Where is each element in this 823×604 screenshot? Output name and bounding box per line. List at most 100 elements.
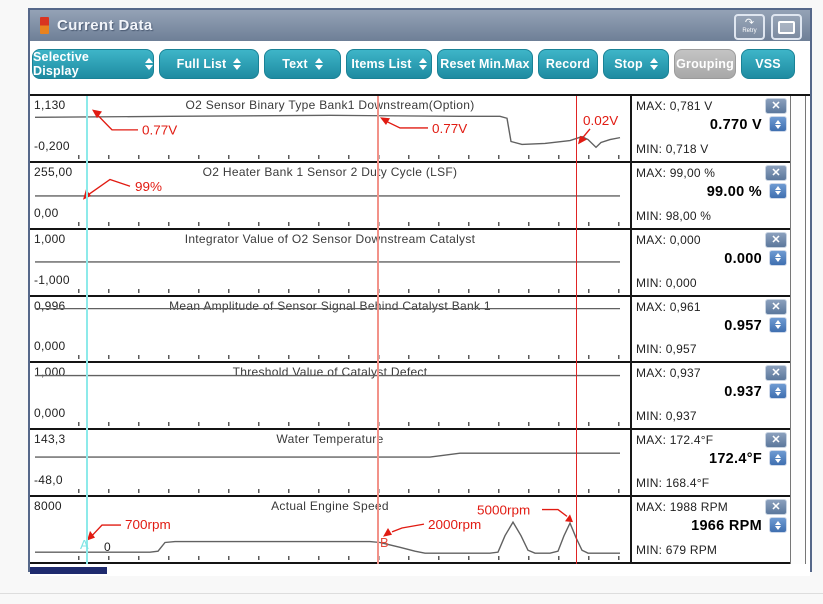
vertical-scrollbar[interactable] (790, 96, 806, 564)
reorder-updown-icon[interactable] (769, 517, 787, 533)
close-icon[interactable]: ✕ (765, 232, 787, 248)
button-label: Stop (614, 57, 643, 71)
signal-plot (30, 363, 630, 428)
toolbar: Selective Display Full List Text Items L… (30, 41, 810, 94)
current-value: 1966 RPM (691, 518, 762, 534)
stop-button[interactable]: Stop (603, 49, 669, 79)
tick-marks (78, 355, 623, 359)
min-value: 0,937 (666, 409, 697, 423)
close-icon[interactable]: ✕ (765, 432, 787, 448)
tick-marks (78, 422, 623, 426)
reorder-updown-icon[interactable] (769, 116, 787, 132)
screen: Current Data ↷ Retry Selective Display F… (0, 0, 823, 604)
window-icon (778, 21, 795, 34)
max-label: MAX: (636, 99, 666, 113)
value-cell-duty-cycle: MAX: 99,00 % 99.00 % MIN: 98,00 % ✕ (632, 163, 790, 230)
close-icon[interactable]: ✕ (765, 98, 787, 114)
max-label: MAX: (636, 366, 666, 380)
close-icon[interactable]: ✕ (765, 165, 787, 181)
updown-icon (315, 58, 323, 70)
button-label: Reset Min.Max (440, 57, 529, 71)
max-value: 1988 RPM (670, 500, 728, 514)
retry-button[interactable]: ↷ Retry (734, 14, 765, 40)
signal-trace (35, 454, 620, 458)
cursor-a-label: A (80, 537, 89, 552)
annotation-text: 0.77V (432, 121, 467, 136)
window-mode-button[interactable] (771, 14, 802, 40)
button-label: Record (546, 57, 590, 71)
vss-button[interactable]: VSS (741, 49, 795, 79)
reorder-updown-icon[interactable] (769, 317, 787, 333)
text-mode-button[interactable]: Text (264, 49, 341, 79)
reorder-updown-icon[interactable] (769, 250, 787, 266)
current-value: 0.957 (724, 318, 762, 334)
updown-icon (419, 58, 427, 70)
current-value: 0.770 V (710, 117, 762, 133)
close-icon[interactable]: ✕ (765, 499, 787, 515)
full-list-button[interactable]: Full List (159, 49, 259, 79)
record-button[interactable]: Record (538, 49, 598, 79)
items-list-button[interactable]: Items List (346, 49, 432, 79)
current-value: 99.00 % (707, 184, 762, 200)
signal-plot (30, 230, 630, 295)
graph-row-water-temperature: 143,3 Water Temperature -48,0 (30, 430, 630, 497)
reset-minmax-button[interactable]: Reset Min.Max (437, 49, 533, 79)
button-label: VSS (755, 57, 781, 71)
signal-plot: 700rpm 2000rpm 5000rpm (30, 497, 630, 562)
min-label: MIN: (636, 209, 662, 223)
graph-row-integrator-value: 1,000 Integrator Value of O2 Sensor Down… (30, 230, 630, 297)
horizontal-scrollbar[interactable] (30, 564, 810, 576)
max-value: 0,937 (670, 366, 701, 380)
max-value: 0,000 (670, 233, 701, 247)
reorder-updown-icon[interactable] (769, 450, 787, 466)
min-value: 98,00 % (666, 209, 711, 223)
signal-trace (35, 522, 620, 553)
close-icon[interactable]: ✕ (765, 299, 787, 315)
grouping-button[interactable]: Grouping (674, 49, 736, 79)
tick-marks (78, 155, 623, 159)
signal-plot (30, 430, 630, 495)
annotation-text: 5000rpm (477, 503, 530, 518)
min-value: 0,957 (666, 342, 697, 356)
plot-column: 1,130 O2 Sensor Binary Type Bank1 Downst… (30, 96, 630, 564)
current-value: 0.000 (724, 251, 762, 267)
signal-trace (35, 115, 620, 147)
value-cell-water-temp: MAX: 172.4°F 172.4°F MIN: 168.4°F ✕ (632, 430, 790, 497)
annotation-text: 0.77V (142, 123, 177, 138)
max-label: MAX: (636, 166, 666, 180)
tick-marks (78, 489, 623, 493)
value-cell-integrator: MAX: 0,000 0.000 MIN: 0,000 ✕ (632, 230, 790, 297)
titlebar: Current Data ↷ Retry (30, 10, 810, 41)
graph-row-mean-amplitude: 0,996 Mean Amplitude of Sensor Signal Be… (30, 297, 630, 364)
max-label: MAX: (636, 433, 666, 447)
cursor-b-line[interactable] (377, 96, 379, 564)
close-icon[interactable]: ✕ (765, 365, 787, 381)
tick-marks (78, 556, 623, 560)
min-label: MIN: (636, 409, 662, 423)
scrollbar-thumb[interactable] (30, 567, 107, 574)
current-value: 0.937 (724, 384, 762, 400)
reorder-updown-icon[interactable] (769, 183, 787, 199)
min-label: MIN: (636, 543, 662, 557)
selective-display-button[interactable]: Selective Display (32, 49, 154, 79)
value-cell-mean-amplitude: MAX: 0,961 0.957 MIN: 0,957 ✕ (632, 297, 790, 364)
min-label: MIN: (636, 476, 662, 490)
updown-icon (650, 58, 658, 70)
app-icon (40, 17, 49, 34)
window-title: Current Data (57, 17, 153, 34)
page-divider (0, 593, 823, 594)
annotation-text: 0.02V (583, 113, 618, 128)
annotation-text: 700rpm (125, 517, 171, 532)
graph-area: 1,130 O2 Sensor Binary Type Bank1 Downst… (30, 94, 810, 564)
value-cell-engine-speed: MAX: 1988 RPM 1966 RPM MIN: 679 RPM ✕ (632, 497, 790, 564)
retry-arrow-icon: ↷ (745, 19, 754, 28)
reorder-updown-icon[interactable] (769, 383, 787, 399)
graph-row-threshold-value: 1,000 Threshold Value of Catalyst Defect… (30, 363, 630, 430)
graph-row-engine-speed: 8000 Actual Engine Speed 0 700rpm 2000rp… (30, 497, 630, 564)
button-label: Text (282, 57, 308, 71)
cursor-a-line[interactable] (86, 96, 88, 564)
signal-plot: 0.77V 0.77V 0.02V (30, 96, 630, 161)
max-value: 0,961 (670, 300, 701, 314)
min-value: 0,000 (666, 276, 697, 290)
cursor-c-line[interactable] (576, 96, 577, 564)
